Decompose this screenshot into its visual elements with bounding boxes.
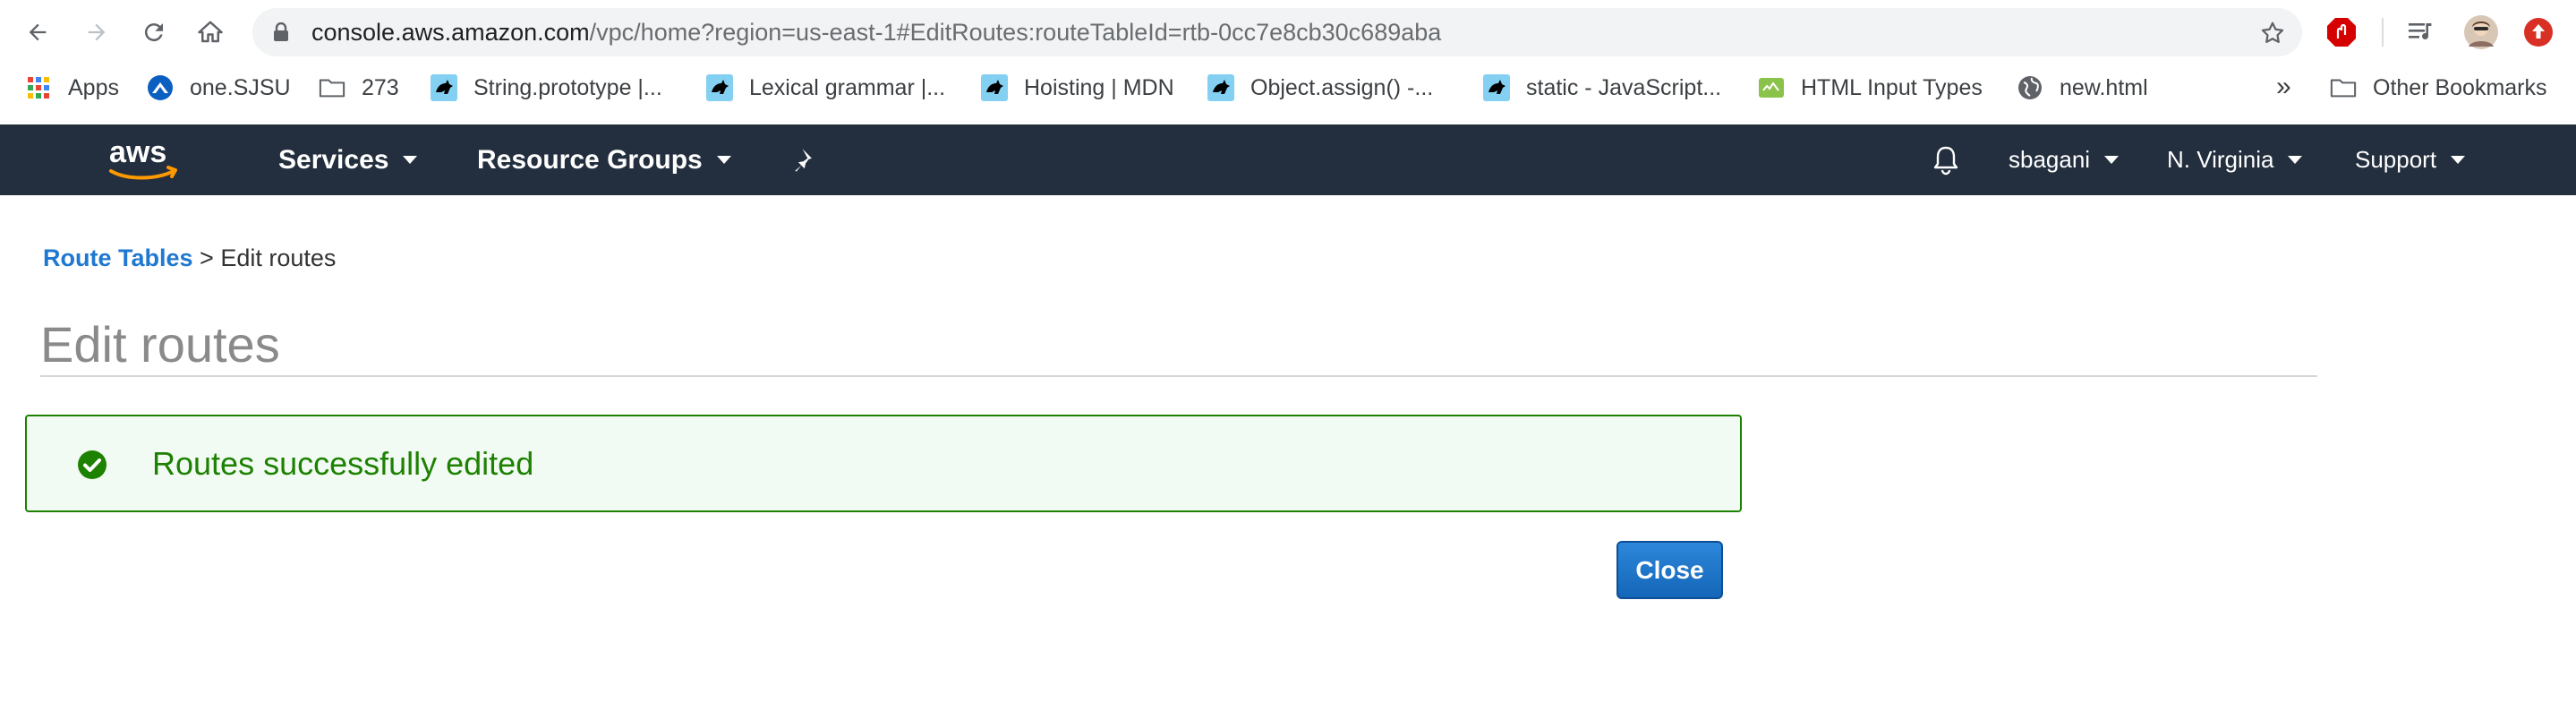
bookmark-other-bookmarks[interactable]: Other Bookmarks: [2330, 64, 2547, 111]
update-arrow-icon: [2524, 18, 2553, 47]
account-menu[interactable]: sbagani: [2009, 124, 2120, 195]
pin-icon: [795, 148, 812, 172]
breadcrumb-current: Edit routes: [220, 244, 337, 271]
svg-text:aws: aws: [109, 135, 166, 169]
lock-icon: [274, 22, 288, 41]
bookmark-new-html[interactable]: new.html: [2017, 64, 2148, 111]
bookmark-label: String.prototype |...: [473, 74, 662, 100]
forward-arrow-icon: [88, 23, 106, 41]
apps-grid-icon: [25, 74, 52, 101]
breadcrumb-separator: >: [200, 244, 214, 271]
support-label: Support: [2355, 146, 2437, 173]
breadcrumb: Route Tables > Edit routes: [43, 244, 336, 272]
bookmark-star-icon[interactable]: [2259, 20, 2286, 47]
bookmark-label: HTML Input Types: [1801, 74, 1983, 100]
title-divider: [40, 375, 2317, 377]
url-path: /vpc/home?region=us-east-1#EditRoutes:ro…: [589, 19, 1442, 46]
bookmark-label: Lexical grammar |...: [749, 74, 946, 100]
close-button[interactable]: Close: [1616, 541, 1723, 599]
url-host: console.aws.amazon.com: [311, 19, 590, 46]
avatar-icon: [2464, 15, 2498, 49]
bookmark-label: Other Bookmarks: [2373, 74, 2547, 100]
bookmark-273[interactable]: 273: [319, 64, 399, 111]
mdn-icon: [1207, 74, 1234, 101]
folder-icon: [2330, 74, 2357, 101]
support-menu[interactable]: Support: [2355, 124, 2466, 195]
account-username: sbagani: [2009, 146, 2091, 173]
bell-icon: [1933, 146, 1958, 175]
chevron-down-icon: [716, 156, 731, 164]
mdn-icon: [431, 74, 457, 101]
mdn-icon: [1483, 74, 1510, 101]
breadcrumb-route-tables-link[interactable]: Route Tables: [43, 244, 193, 271]
bookmark-static-javascript[interactable]: static - JavaScript...: [1483, 64, 1721, 111]
chevron-down-icon: [2451, 156, 2466, 164]
bookmark-label: Hoisting | MDN: [1024, 74, 1174, 100]
forward-button[interactable]: [77, 13, 116, 52]
bookmark-hoisting[interactable]: Hoisting | MDN: [981, 64, 1174, 111]
back-arrow-icon: [29, 23, 47, 41]
bookmarks-overflow-button[interactable]: »: [2276, 64, 2291, 111]
sjsu-icon: [147, 74, 174, 101]
bookmark-apps[interactable]: Apps: [25, 64, 119, 111]
bookmark-string-prototype[interactable]: String.prototype |...: [431, 64, 662, 111]
notifications-button[interactable]: [1931, 124, 1961, 195]
resource-groups-label: Resource Groups: [477, 144, 703, 175]
profile-avatar-button[interactable]: [2461, 13, 2501, 52]
resource-groups-menu[interactable]: Resource Groups: [477, 124, 731, 195]
page-title: Edit routes: [40, 316, 280, 373]
toolbar-separator: [2382, 18, 2384, 47]
url-text[interactable]: console.aws.amazon.com/vpc/home?region=u…: [311, 8, 1441, 56]
alert-message: Routes successfully edited: [152, 445, 534, 482]
home-button[interactable]: [191, 13, 230, 52]
html-input-icon: [1758, 74, 1785, 101]
browser-toolbar: console.aws.amazon.com/vpc/home?region=u…: [0, 0, 2576, 64]
mdn-icon: [981, 74, 1008, 101]
region-label: N. Virginia: [2167, 146, 2274, 173]
success-check-icon: [78, 450, 107, 479]
folder-icon: [319, 74, 345, 101]
pin-button[interactable]: [793, 124, 818, 195]
bookmark-label: Apps: [68, 74, 119, 100]
globe-icon: [2017, 74, 2043, 101]
reload-button[interactable]: [134, 13, 174, 52]
bookmarks-bar: Apps one.SJSU 273 String.prototype |... …: [0, 64, 2576, 111]
chevron-down-icon: [403, 156, 418, 164]
mdn-icon: [706, 74, 733, 101]
bookmark-label: 273: [362, 74, 399, 100]
services-label: Services: [278, 144, 389, 175]
home-icon: [198, 21, 223, 43]
extension-button[interactable]: [2322, 13, 2361, 52]
bookmark-html-input-types[interactable]: HTML Input Types: [1758, 64, 1983, 111]
bookmark-lexical-grammar[interactable]: Lexical grammar |...: [706, 64, 945, 111]
region-menu[interactable]: N. Virginia: [2167, 124, 2303, 195]
bookmark-object-assign[interactable]: Object.assign() -...: [1207, 64, 1433, 111]
bookmark-label: Object.assign() -...: [1250, 74, 1434, 100]
aws-logo[interactable]: aws: [106, 135, 183, 185]
bookmark-label: new.html: [2060, 74, 2148, 100]
update-button[interactable]: [2519, 13, 2558, 52]
playlist-icon: [2409, 23, 2432, 39]
address-bar[interactable]: console.aws.amazon.com/vpc/home?region=u…: [252, 8, 2302, 56]
chevron-down-icon: [2104, 156, 2120, 164]
bookmark-label: static - JavaScript...: [1526, 74, 1722, 100]
bookmark-label: one.SJSU: [190, 74, 291, 100]
bookmark-one-sjsu[interactable]: one.SJSU: [147, 64, 291, 111]
aws-console-header: aws Services Resource Groups sbagani N. …: [0, 124, 2576, 195]
media-control-button[interactable]: [2401, 13, 2441, 52]
adblock-stop-icon: [2327, 18, 2356, 47]
back-button[interactable]: [18, 13, 57, 52]
aws-logo-icon: aws: [109, 135, 177, 180]
success-alert: Routes successfully edited: [25, 415, 1742, 512]
chevron-down-icon: [2288, 156, 2303, 164]
reload-icon: [144, 23, 163, 42]
services-menu[interactable]: Services: [278, 124, 418, 195]
